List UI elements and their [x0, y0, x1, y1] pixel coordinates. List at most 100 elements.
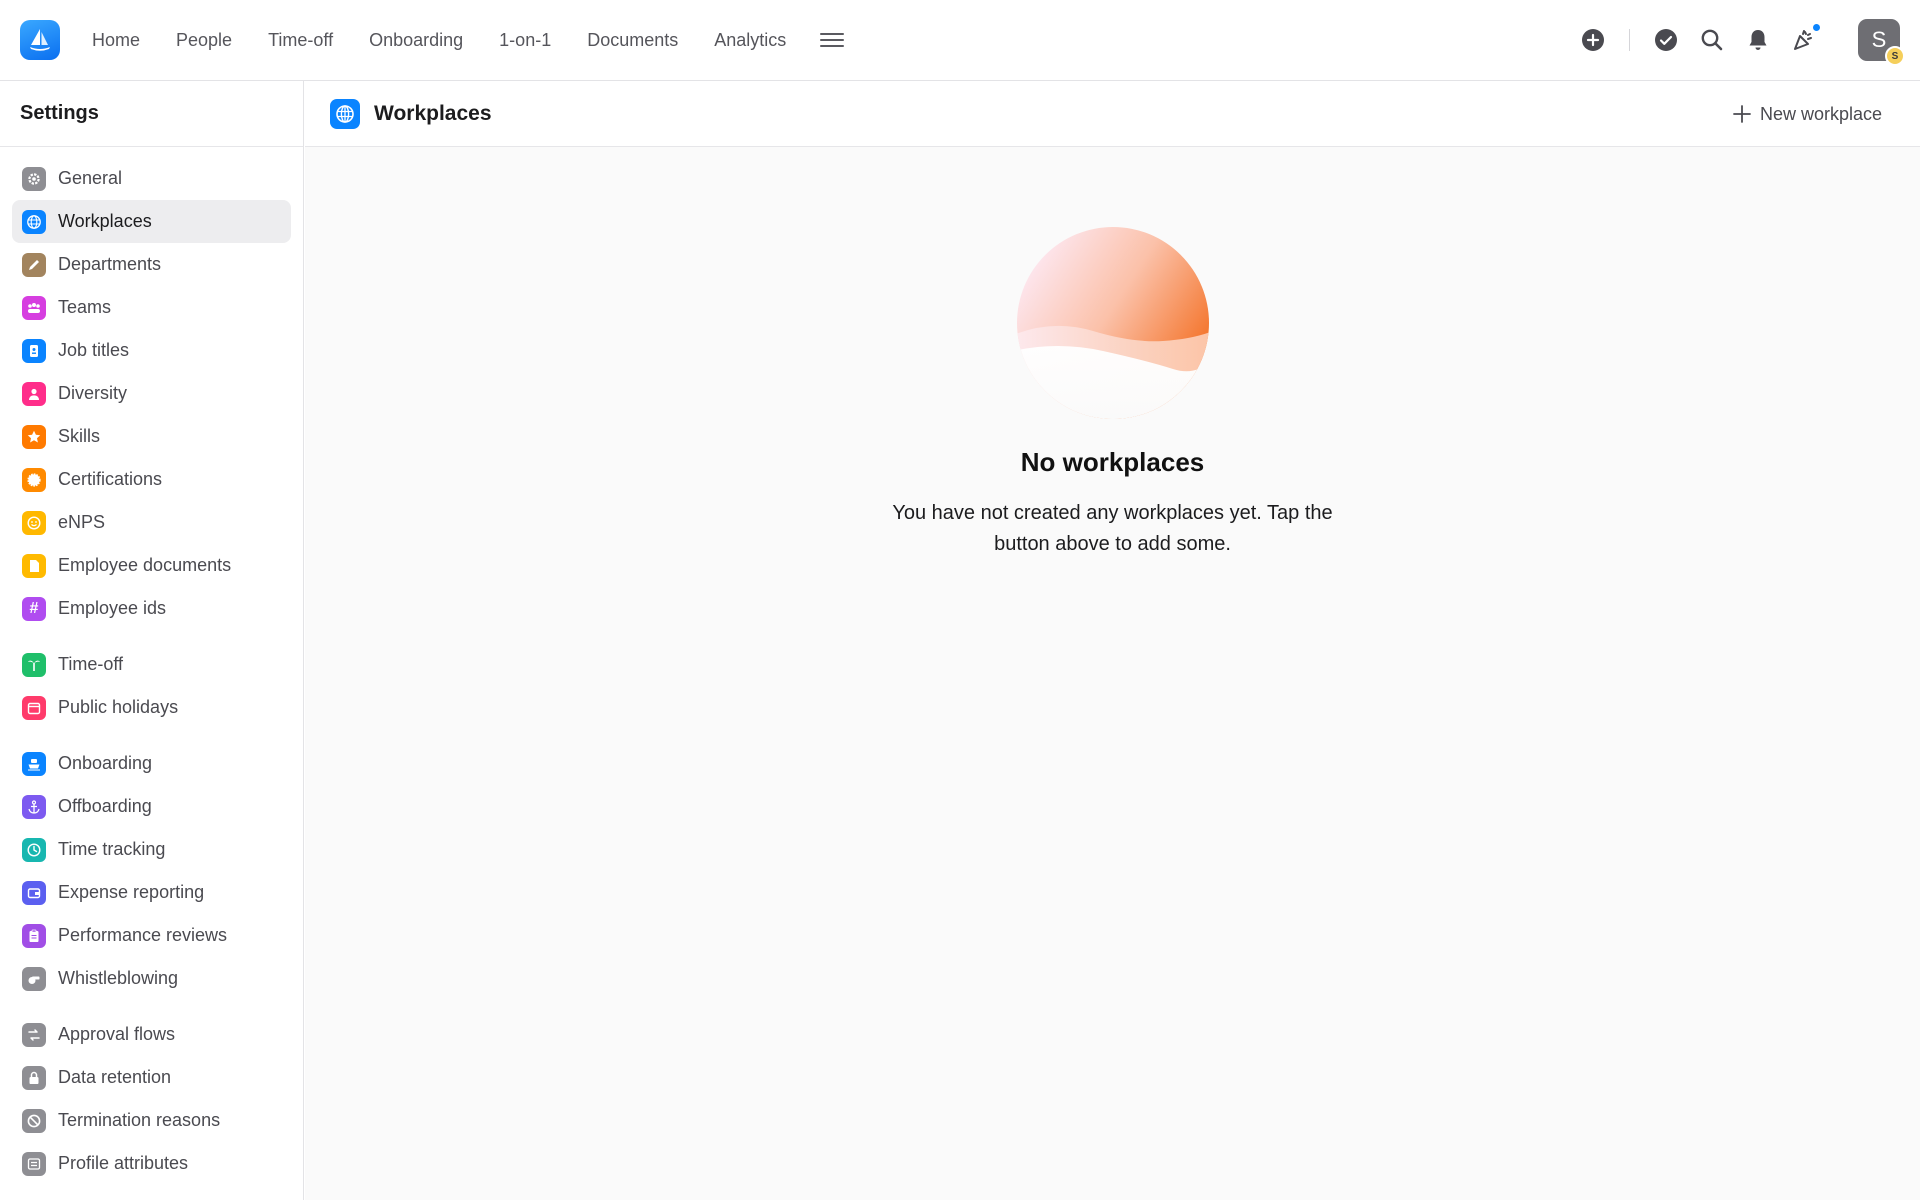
sidebar-item-whistleblowing[interactable]: Whistleblowing — [12, 957, 291, 1000]
bell-icon[interactable] — [1744, 26, 1772, 54]
avatar-initial: S — [1871, 27, 1887, 52]
nav-analytics[interactable]: Analytics — [714, 30, 786, 51]
sidebar-item-label: Whistleblowing — [58, 968, 179, 988]
list-icon — [22, 1151, 46, 1176]
settings-sidebar: Settings General Workplaces Departments Tea… — [0, 81, 304, 1200]
nav-1-on-1[interactable]: 1-on-1 — [499, 30, 551, 51]
anchor-icon — [22, 794, 46, 819]
star-icon — [22, 424, 46, 449]
sidebar-item-departments[interactable]: Departments — [12, 243, 291, 286]
sidebar-item-certifications[interactable]: Certifications — [12, 458, 291, 501]
sidebar-item-employee-ids[interactable]: # Employee ids — [12, 587, 291, 630]
smiley-icon — [22, 510, 46, 535]
sidebar-item-label: Expense reporting — [58, 882, 205, 902]
notification-dot — [1811, 22, 1822, 33]
sidebar-item-skills[interactable]: Skills — [12, 415, 291, 458]
whistle-icon — [22, 966, 46, 991]
sidebar-item-label: Offboarding — [58, 796, 152, 816]
toolbar-divider — [1629, 29, 1630, 51]
sidebar-item-diversity[interactable]: Diversity — [12, 372, 291, 415]
sidebar-item-time-off[interactable]: Time-off — [12, 643, 291, 686]
page-title: Workplaces — [374, 101, 492, 125]
sidebar-item-label: Profile attributes — [58, 1153, 189, 1173]
pencil-icon — [22, 252, 46, 277]
sidebar-item-label: Job titles — [58, 340, 130, 360]
sidebar-item-expense-reporting[interactable]: Expense reporting — [12, 871, 291, 914]
main-header: Workplaces New workplace — [305, 81, 1920, 147]
gear-icon — [22, 166, 46, 191]
sidebar-item-label: Public holidays — [58, 697, 179, 717]
sidebar-item-public-holidays[interactable]: Public holidays — [12, 686, 291, 729]
main-content: Workplaces New workplace No workplaces Y… — [305, 81, 1920, 1200]
app-logo-icon[interactable] — [20, 20, 60, 60]
sidebar-item-label: Diversity — [58, 383, 128, 403]
sidebar-item-label: Time-off — [58, 654, 124, 674]
badge-icon — [22, 338, 46, 363]
sidebar-item-label: Employee ids — [58, 598, 167, 618]
main-nav: Home People Time-off Onboarding 1-on-1 D… — [92, 0, 845, 80]
sidebar-item-label: Time tracking — [58, 839, 166, 859]
sidebar-item-label: Skills — [58, 426, 101, 446]
calendar-icon — [22, 695, 46, 720]
sidebar-item-label: Performance reviews — [58, 925, 228, 945]
lock-icon — [22, 1065, 46, 1090]
sidebar-item-time-tracking[interactable]: Time tracking — [12, 828, 291, 871]
sidebar-item-onboarding[interactable]: Onboarding — [12, 742, 291, 785]
people-icon — [22, 295, 46, 320]
sidebar-item-data-retention[interactable]: Data retention — [12, 1056, 291, 1099]
hash-icon: # — [22, 596, 46, 621]
sidebar-item-general[interactable]: General — [12, 157, 291, 200]
document-icon — [22, 553, 46, 578]
sidebar-item-label: General — [58, 168, 123, 188]
clock-icon — [22, 837, 46, 862]
globe-icon — [22, 209, 46, 234]
plus-icon — [1733, 105, 1751, 123]
nav-home[interactable]: Home — [92, 30, 140, 51]
new-workplace-button[interactable]: New workplace — [1732, 81, 1882, 147]
add-circle-icon[interactable] — [1579, 26, 1607, 54]
sidebar-item-termination-reasons[interactable]: Termination reasons — [12, 1099, 291, 1142]
empty-state: No workplaces You have not created any w… — [305, 223, 1920, 560]
sidebar-item-label: Certifications — [58, 469, 163, 489]
sidebar-item-performance-reviews[interactable]: Performance reviews — [12, 914, 291, 957]
person-icon — [22, 381, 46, 406]
empty-state-text: You have not created any workplaces yet.… — [892, 502, 1333, 555]
nav-onboarding[interactable]: Onboarding — [369, 30, 463, 51]
sidebar-item-label: Workplaces — [58, 211, 152, 231]
ship-icon — [22, 751, 46, 776]
nav-documents[interactable]: Documents — [587, 30, 678, 51]
avatar[interactable]: S S — [1858, 19, 1905, 66]
top-actions: S S — [1579, 0, 1905, 80]
globe-icon — [330, 98, 360, 129]
checkmark-circle-icon[interactable] — [1652, 26, 1680, 54]
wallet-icon — [22, 880, 46, 905]
sidebar-item-label: Teams — [58, 297, 112, 317]
sidebar-item-enps[interactable]: eNPS — [12, 501, 291, 544]
sidebar-item-employee-documents[interactable]: Employee documents — [12, 544, 291, 587]
sidebar-item-label: Employee documents — [58, 555, 232, 575]
sidebar-item-job-titles[interactable]: Job titles — [12, 329, 291, 372]
sidebar-title: Settings — [0, 81, 303, 147]
nav-people[interactable]: People — [176, 30, 232, 51]
sidebar-item-approval-flows[interactable]: Approval flows — [12, 1013, 291, 1056]
avatar-badge: S — [1885, 46, 1905, 66]
sidebar-item-label: Termination reasons — [58, 1110, 221, 1130]
top-bar: Home People Time-off Onboarding 1-on-1 D… — [0, 0, 1920, 81]
sidebar-item-teams[interactable]: Teams — [12, 286, 291, 329]
sidebar-item-label: eNPS — [58, 512, 106, 532]
party-popper-icon[interactable] — [1790, 22, 1822, 54]
sidebar-item-offboarding[interactable]: Offboarding — [12, 785, 291, 828]
more-menu-icon[interactable] — [820, 28, 845, 52]
prohibited-icon — [22, 1108, 46, 1133]
search-icon[interactable] — [1698, 26, 1726, 54]
sidebar-list: General Workplaces Departments Teams Job tit… — [0, 147, 303, 1185]
new-workplace-label: New workplace — [1759, 103, 1882, 124]
sidebar-item-profile-attributes[interactable]: Profile attributes — [12, 1142, 291, 1185]
sidebar-item-workplaces[interactable]: Workplaces — [12, 200, 291, 243]
empty-state-title: No workplaces — [1020, 447, 1205, 477]
nav-time-off[interactable]: Time-off — [268, 30, 333, 51]
flow-icon — [22, 1022, 46, 1047]
palm-tree-icon — [22, 652, 46, 677]
